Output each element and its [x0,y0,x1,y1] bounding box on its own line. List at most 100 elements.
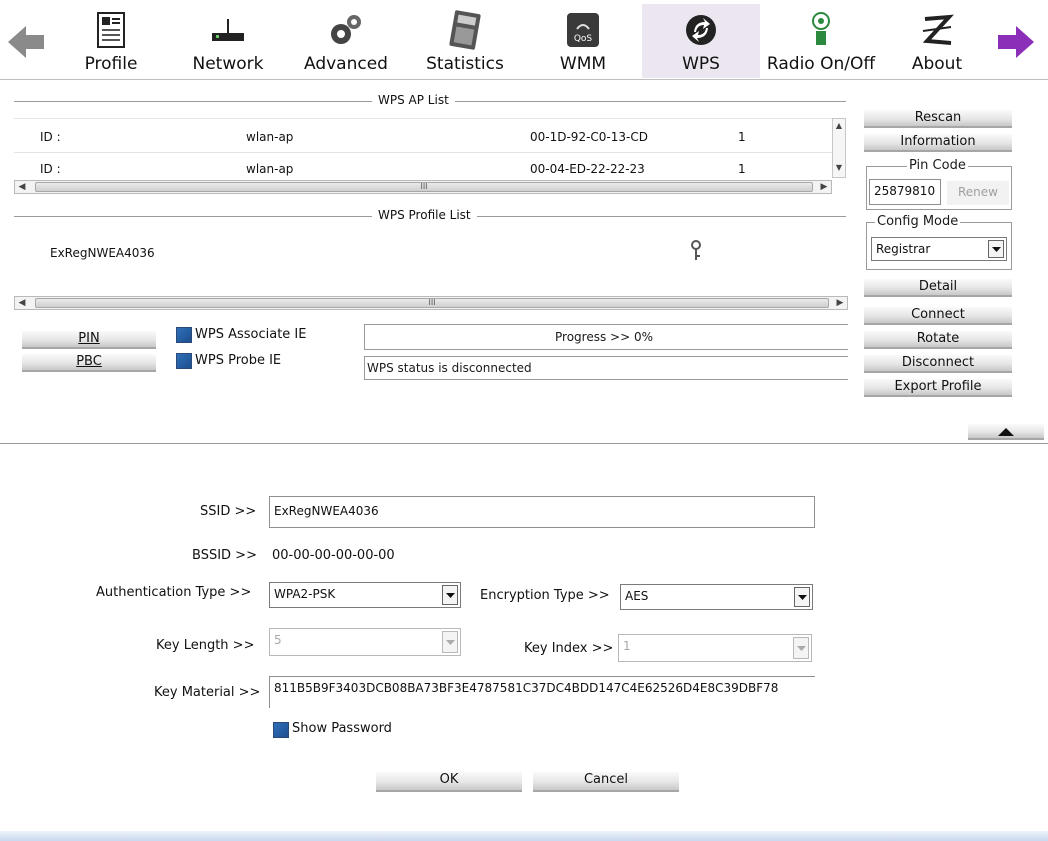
scroll-thumb[interactable]: III [35,298,829,308]
rotate-button-label: Rotate [916,331,960,346]
config-mode-value: Registrar [876,242,931,256]
config-mode-select[interactable]: Registrar [871,237,1007,261]
table-row[interactable]: ExRegNWEA4036 [14,240,832,266]
ap-id-label: ID : [40,130,61,144]
wmm-qos-icon: QoS [563,10,603,50]
profile-list-horizontal-scrollbar[interactable]: ◀ III ▶ [14,296,848,310]
tab-about[interactable]: About [902,4,972,78]
ssid-label: SSID >> [200,504,257,519]
key-index-select[interactable]: 1 [618,634,812,662]
chevron-down-icon[interactable] [794,587,810,607]
scroll-thumb[interactable]: III [35,182,813,192]
chevron-down-icon[interactable] [442,631,458,653]
tab-label: WPS [682,54,720,74]
chevron-down-icon[interactable] [988,240,1004,258]
tab-label: Advanced [304,54,388,74]
rotate-button[interactable]: Rotate [864,331,1012,349]
network-icon [208,10,248,50]
ap-list-title: WPS AP List [372,93,455,107]
ap-channel: 1 [738,162,746,176]
rescan-button-label: Rescan [914,110,962,125]
chevron-down-icon[interactable] [793,637,809,659]
statistics-calculator-icon [445,10,485,50]
key-icon [690,240,702,265]
tab-wmm[interactable]: QoS WMM [548,4,618,78]
ap-ssid: wlan-ap [246,130,294,144]
authentication-type-select[interactable]: WPA2-PSK [269,582,461,608]
tab-label: Statistics [426,54,504,74]
connect-button-label: Connect [911,307,965,322]
wps-probe-ie-checkbox[interactable] [176,353,192,369]
cancel-button-label: Cancel [583,772,629,787]
detail-button[interactable]: Detail [864,279,1012,297]
ok-button[interactable]: OK [376,772,522,792]
ap-list[interactable]: ID : wlan-ap 00-1D-92-C0-13-CD 1 ID : wl… [14,118,848,180]
wps-associate-ie-label: WPS Associate IE [195,327,307,342]
ap-channel: 1 [738,130,746,144]
profile-list[interactable]: ExRegNWEA4036 [14,230,848,292]
show-password-label: Show Password [292,721,392,736]
tab-profile[interactable]: Profile [72,4,150,78]
key-length-select[interactable]: 5 [269,628,461,656]
tab-statistics[interactable]: Statistics [420,4,510,78]
key-index-label: Key Index >> [524,641,614,656]
scroll-right-icon[interactable]: ▶ [833,297,847,309]
scroll-grip: III [420,182,428,191]
tab-advanced[interactable]: Advanced [300,4,392,78]
pin-button-label: PIN [78,331,100,346]
pbc-button[interactable]: PBC [22,354,156,372]
scroll-left-icon[interactable]: ◀ [15,181,29,193]
connect-button[interactable]: Connect [864,307,1012,325]
key-material-label: Key Material >> [154,685,261,700]
bssid-value: 00-00-00-00-00-00 [272,548,395,563]
pin-code-field[interactable]: 25879810 [869,179,941,205]
export-profile-button[interactable]: Export Profile [864,379,1012,397]
detail-button-label: Detail [918,279,958,294]
key-length-label: Key Length >> [156,638,255,653]
pin-button[interactable]: PIN [22,331,156,349]
ap-list-horizontal-scrollbar[interactable]: ◀ III ▶ [14,180,832,194]
information-button[interactable]: Information [864,134,1012,152]
tab-network[interactable]: Network [186,4,270,78]
information-button-label: Information [900,134,976,149]
scroll-left-icon[interactable]: ◀ [15,297,29,309]
authentication-type-value: WPA2-PSK [274,587,336,601]
cancel-button[interactable]: Cancel [533,772,679,792]
pin-code-value: 25879810 [874,184,936,198]
table-row[interactable]: ID : wlan-ap 00-04-ED-22-22-23 1 [14,156,832,178]
ap-ssid: wlan-ap [246,162,294,176]
wps-associate-ie-checkbox[interactable] [176,327,192,343]
disconnect-button-label: Disconnect [901,355,975,370]
key-length-value: 5 [274,633,282,647]
show-password-checkbox[interactable] [273,722,289,738]
scroll-up-icon[interactable]: ▲ [833,121,845,130]
tab-radio-on-off[interactable]: Radio On/Off [760,4,882,78]
disconnect-button[interactable]: Disconnect [864,355,1012,373]
tab-wps[interactable]: WPS [642,4,760,78]
back-arrow-icon[interactable] [6,22,46,62]
ap-list-vertical-scrollbar[interactable]: ▲ ▼ [832,118,846,178]
toolbar: Profile Network Advanced Statistics QoS … [0,0,1048,80]
scroll-right-icon[interactable]: ▶ [817,181,831,193]
encryption-type-select[interactable]: AES [620,584,813,610]
row-divider [14,118,832,119]
profile-name: ExRegNWEA4036 [50,246,155,260]
tab-label: Profile [84,54,138,74]
pbc-button-label: PBC [76,354,102,369]
encryption-type-value: AES [625,589,649,603]
renew-button[interactable]: Renew [947,181,1009,205]
forward-arrow-icon[interactable] [996,22,1036,62]
ssid-field[interactable]: ExRegNWEA4036 [269,496,815,528]
rescan-button[interactable]: Rescan [864,110,1012,128]
profile-icon [91,10,131,50]
key-material-field[interactable]: 811B5B9F3403DCB08BA73BF3E4787581C37DC4BD… [269,676,815,708]
collapse-panel-button[interactable] [968,424,1044,440]
table-row[interactable]: ID : wlan-ap 00-1D-92-C0-13-CD 1 [14,124,832,150]
tab-label: About [911,54,963,74]
scroll-down-icon[interactable]: ▼ [833,163,845,172]
tab-label: WMM [559,54,607,74]
window-bottom-border [0,831,1048,841]
pin-code-legend: Pin Code [907,158,968,173]
chevron-down-icon[interactable] [442,585,458,605]
radio-icon [801,10,841,50]
